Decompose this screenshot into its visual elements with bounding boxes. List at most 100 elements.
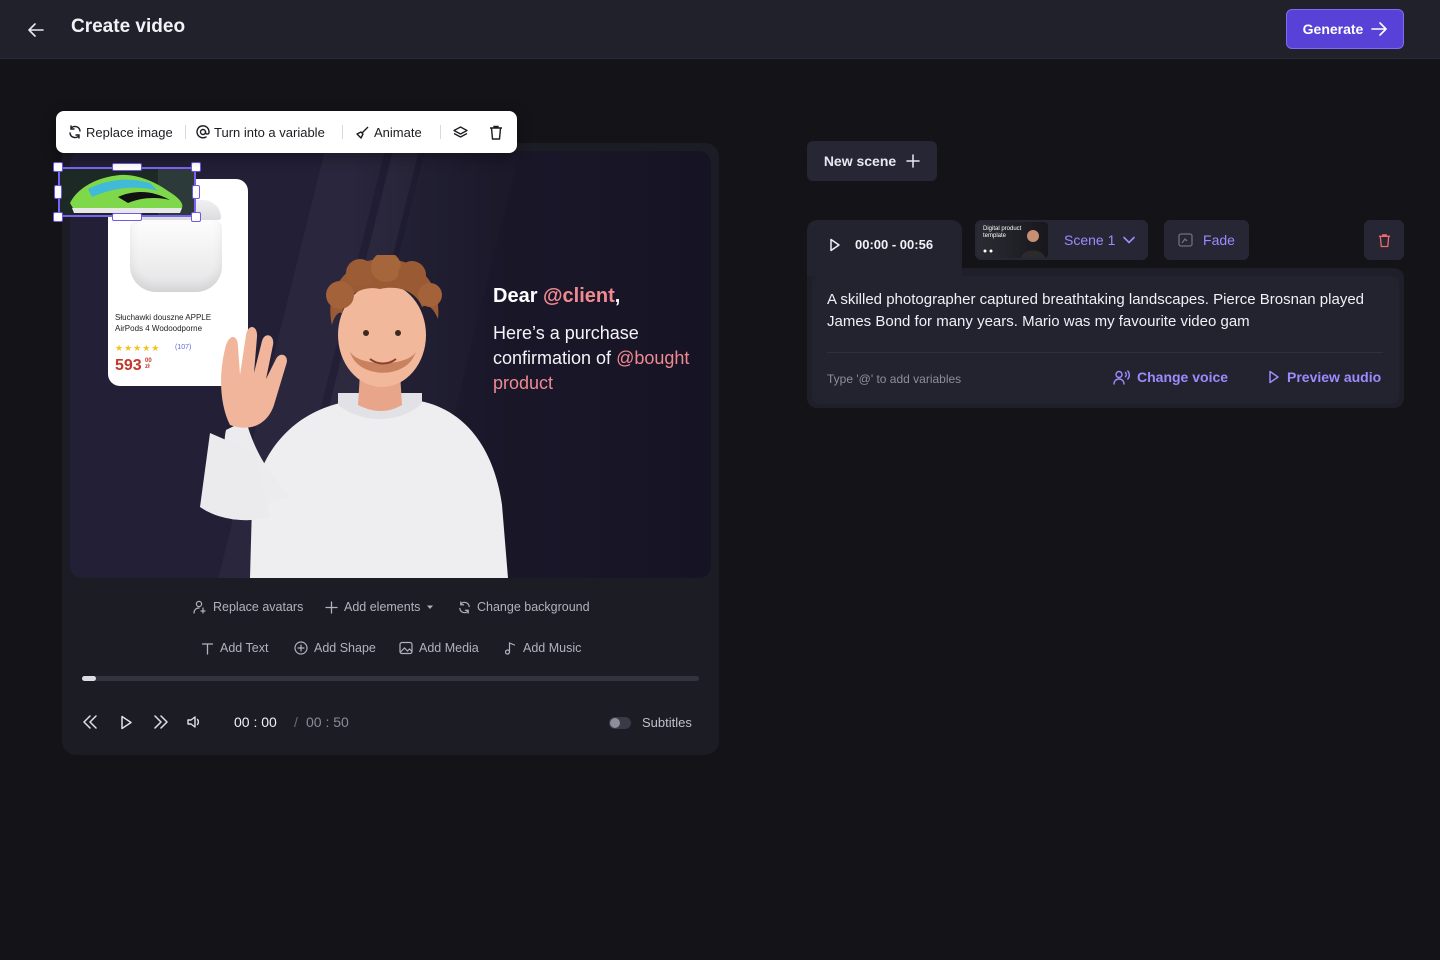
preview-audio-label: Preview audio — [1287, 369, 1382, 385]
music-icon — [504, 642, 516, 655]
new-scene-button[interactable]: New scene — [807, 141, 937, 181]
timeline-progress[interactable] — [82, 676, 96, 681]
forward-button[interactable] — [150, 711, 172, 733]
toolbar-divider — [440, 125, 441, 139]
total-time: 00 : 50 — [306, 714, 349, 730]
plus-icon — [325, 600, 338, 614]
greeting-word: Dear — [493, 285, 538, 307]
time-separator: / — [294, 714, 298, 730]
double-chevron-right-icon — [154, 715, 168, 729]
volume-button[interactable] — [183, 711, 205, 733]
product-price: 593 — [115, 357, 142, 374]
chevron-down-icon — [1123, 236, 1135, 244]
scene-thumbnail-text: Digital product template — [983, 226, 1022, 239]
animate-label: Animate — [374, 124, 422, 140]
brush-icon — [356, 126, 369, 139]
replace-image-button[interactable]: Replace image — [68, 111, 173, 153]
user-swap-icon — [193, 600, 206, 614]
scene-play-button[interactable] — [826, 236, 844, 254]
delete-scene-button[interactable] — [1364, 220, 1404, 260]
generate-label: Generate — [1302, 21, 1364, 37]
greeting-text[interactable]: Dear @client, — [493, 285, 620, 308]
play-button[interactable] — [115, 711, 137, 733]
add-shape-icon — [294, 641, 308, 655]
transition-icon — [1178, 233, 1193, 247]
image-icon — [399, 641, 413, 655]
scene-name: Scene 1 — [1064, 232, 1116, 248]
layers-icon — [453, 125, 468, 138]
add-shape-label: Add Shape — [314, 641, 376, 655]
page-title: Create video — [71, 16, 186, 37]
client-variable: @client — [543, 285, 615, 307]
at-sign-icon — [196, 125, 210, 139]
subtitles-toggle-knob[interactable] — [610, 718, 620, 728]
timeline-track[interactable] — [82, 676, 699, 681]
caret-down-icon — [427, 605, 434, 609]
top-bar: Create video Generate — [0, 0, 1440, 59]
avatar-person[interactable] — [190, 255, 520, 578]
replace-image-label: Replace image — [86, 124, 173, 140]
transition-fade-button[interactable]: Fade — [1164, 220, 1249, 260]
rating-stars: ★★★★★ — [115, 343, 161, 353]
plus-icon — [906, 154, 920, 168]
turn-into-variable-label: Turn into a variable — [214, 124, 325, 140]
toolbar-divider — [185, 125, 186, 139]
add-shape-button[interactable]: Add Shape — [294, 641, 376, 655]
resize-handle[interactable] — [112, 163, 142, 171]
resize-handle[interactable] — [54, 185, 62, 199]
trash-icon — [490, 125, 502, 140]
layers-button[interactable] — [453, 111, 468, 153]
message-body[interactable]: Here’s a purchase confirmation of @bough… — [493, 321, 693, 396]
add-text-label: Add Text — [220, 641, 269, 655]
generate-button[interactable]: Generate — [1286, 9, 1404, 49]
resize-handle[interactable] — [191, 162, 201, 172]
back-button[interactable] — [24, 18, 48, 42]
change-background-label: Change background — [477, 600, 590, 614]
selection-frame[interactable] — [58, 167, 196, 217]
change-background-button[interactable]: Change background — [458, 600, 590, 614]
delete-element-button[interactable] — [489, 111, 503, 153]
preview-audio-button[interactable]: Preview audio — [1268, 369, 1381, 385]
toolbar-divider — [342, 125, 343, 139]
price-currency: zł — [145, 364, 150, 370]
new-scene-label: New scene — [823, 153, 897, 169]
resize-handle[interactable] — [191, 212, 201, 222]
resize-handle[interactable] — [53, 162, 63, 172]
resize-handle[interactable] — [112, 213, 142, 221]
refresh-icon — [69, 125, 81, 139]
resize-handle[interactable] — [53, 212, 63, 222]
variable-hint: Type '@' to add variables — [827, 372, 962, 386]
replace-avatars-button[interactable]: Replace avatars — [193, 600, 303, 614]
text-icon — [201, 642, 214, 655]
volume-icon — [187, 716, 200, 728]
animate-button[interactable]: Animate — [355, 111, 422, 153]
add-elements-dropdown[interactable]: Add elements — [325, 600, 434, 614]
add-music-button[interactable]: Add Music — [504, 641, 581, 655]
refresh-icon — [459, 600, 470, 614]
subtitles-label: Subtitles — [642, 715, 692, 730]
arrow-left-icon — [28, 23, 44, 37]
add-media-label: Add Media — [419, 641, 479, 655]
greeting-suffix: , — [614, 285, 621, 307]
play-icon — [830, 238, 840, 252]
script-divider — [827, 352, 1383, 353]
add-media-button[interactable]: Add Media — [399, 641, 479, 655]
change-voice-button[interactable]: Change voice — [1113, 369, 1228, 385]
change-voice-label: Change voice — [1137, 369, 1229, 385]
resize-handle[interactable] — [192, 185, 200, 199]
add-text-button[interactable]: Add Text — [201, 641, 268, 655]
current-time: 00 : 00 — [234, 714, 277, 730]
scene-time-range: 00:00 - 00:56 — [855, 237, 934, 252]
play-icon — [1269, 370, 1279, 384]
script-text[interactable]: A skilled photographer captured breathta… — [827, 289, 1387, 333]
turn-into-variable-button[interactable]: Turn into a variable — [196, 111, 325, 153]
voice-user-icon — [1113, 369, 1130, 385]
double-chevron-left-icon — [83, 715, 97, 729]
transition-label: Fade — [1203, 232, 1235, 248]
play-icon — [120, 715, 132, 729]
rewind-button[interactable] — [79, 711, 101, 733]
arrow-right-icon — [1371, 22, 1388, 36]
product-price-cents: 00 zł — [145, 358, 152, 370]
replace-avatars-label: Replace avatars — [213, 600, 304, 614]
add-music-label: Add Music — [523, 641, 582, 655]
